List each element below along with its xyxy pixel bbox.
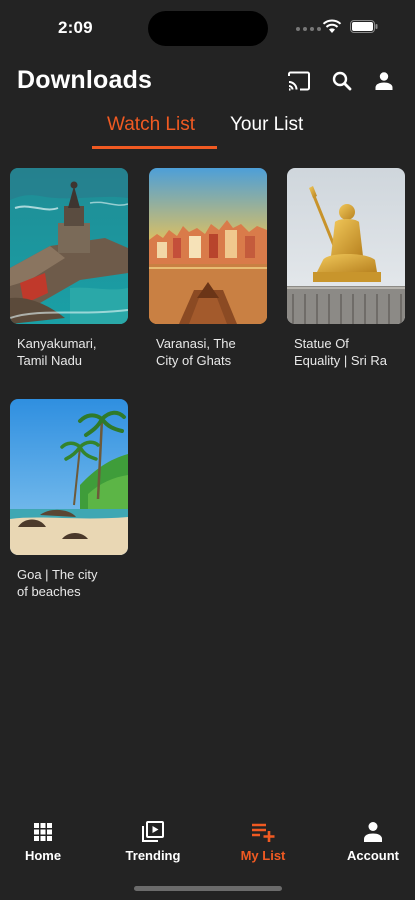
cellular-signal-icon — [296, 27, 321, 31]
nav-account-label: Account — [347, 848, 399, 863]
page-title: Downloads — [17, 66, 153, 94]
list-item-statue-of-equality[interactable]: Statue Of Equality | Sri Ra — [287, 168, 405, 369]
list-item-kanyakumari[interactable]: Kanyakumari, Tamil Nadu — [10, 168, 128, 369]
play-library-icon — [140, 820, 166, 844]
nav-home-label: Home — [24, 848, 62, 863]
list-item-varanasi[interactable]: Varanasi, The City of Ghats — [149, 168, 267, 369]
nav-home[interactable]: Home — [0, 820, 88, 863]
goa-thumbnail — [10, 399, 128, 555]
playlist-add-icon — [250, 820, 276, 844]
grid-icon — [30, 820, 56, 844]
wifi-icon — [322, 19, 342, 33]
varanasi-thumbnail — [149, 168, 267, 324]
battery-icon — [350, 20, 378, 33]
bottom-navigation: Home Trending My List Account — [0, 812, 415, 872]
profile-icon[interactable] — [371, 68, 397, 94]
item-title: Statue Of Equality | Sri Ra — [294, 336, 387, 368]
nav-trending[interactable]: Trending — [108, 820, 198, 863]
nav-account[interactable]: Account — [328, 820, 415, 863]
item-title: Goa | The city of beaches — [17, 567, 98, 599]
item-title: Kanyakumari, Tamil Nadu — [17, 336, 97, 368]
status-time: 2:09 — [58, 18, 93, 37]
statue-of-equality-thumbnail — [287, 168, 405, 324]
list-tabs: Watch List Your List — [0, 108, 415, 152]
dynamic-island — [148, 11, 268, 46]
nav-trending-label: Trending — [125, 848, 181, 863]
tab-watch-list[interactable]: Watch List — [107, 114, 195, 136]
status-bar: 2:09 — [0, 0, 415, 56]
nav-my-list[interactable]: My List — [218, 820, 308, 863]
person-icon — [360, 820, 386, 844]
item-title: Varanasi, The City of Ghats — [156, 336, 236, 368]
nav-my-list-label: My List — [240, 848, 286, 863]
list-item-goa[interactable]: Goa | The city of beaches — [10, 399, 128, 600]
home-indicator — [134, 886, 282, 891]
kanyakumari-thumbnail — [10, 168, 128, 324]
tab-your-list[interactable]: Your List — [230, 114, 303, 136]
cast-icon[interactable] — [286, 68, 312, 94]
app-header: Downloads — [0, 62, 415, 102]
search-icon[interactable] — [329, 68, 355, 94]
active-tab-indicator — [92, 146, 217, 149]
